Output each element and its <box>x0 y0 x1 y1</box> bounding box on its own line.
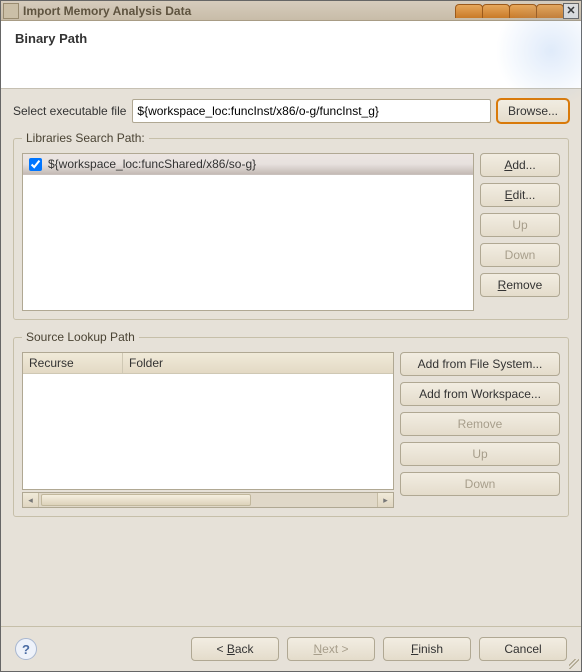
table-header: Recurse Folder <box>23 353 393 374</box>
finish-button[interactable]: Finish <box>383 637 471 661</box>
dialog-window: Import Memory Analysis Data ✕ Binary Pat… <box>0 0 582 672</box>
source-table[interactable]: Recurse Folder <box>22 352 394 490</box>
scroll-left-icon[interactable]: ◂ <box>23 493 39 507</box>
wizard-header: Binary Path <box>1 21 581 89</box>
header-decor-icon <box>491 0 582 111</box>
scroll-right-icon[interactable]: ▸ <box>377 493 393 507</box>
titlebar-tab-icon <box>455 4 483 18</box>
down-button: Down <box>480 243 560 267</box>
source-up-button: Up <box>400 442 560 466</box>
column-folder[interactable]: Folder <box>123 353 393 373</box>
next-button: Next > <box>287 637 375 661</box>
executable-input[interactable] <box>132 99 491 123</box>
up-button: Up <box>480 213 560 237</box>
add-from-filesystem-button[interactable]: Add from File System... <box>400 352 560 376</box>
add-button[interactable]: Add... <box>480 153 560 177</box>
wizard-content: Select executable file Browse... Librari… <box>1 89 581 626</box>
scroll-track[interactable] <box>39 493 377 507</box>
source-remove-button: Remove <box>400 412 560 436</box>
column-recurse[interactable]: Recurse <box>23 353 123 373</box>
help-button[interactable]: ? <box>15 638 37 660</box>
libraries-list[interactable]: ${workspace_loc:funcShared/x86/so-g} <box>22 153 474 311</box>
library-checkbox[interactable] <box>29 158 42 171</box>
executable-label: Select executable file <box>13 104 126 118</box>
resize-grip-icon[interactable] <box>569 659 579 669</box>
libraries-button-column: Add... Edit... Up Down Remove <box>480 153 560 311</box>
libraries-legend: Libraries Search Path: <box>22 131 149 145</box>
source-button-column: Add from File System... Add from Workspa… <box>400 352 560 508</box>
libraries-group: Libraries Search Path: ${workspace_loc:f… <box>13 131 569 320</box>
help-icon: ? <box>22 642 30 657</box>
system-menu-icon[interactable] <box>3 3 19 19</box>
scroll-thumb[interactable] <box>41 494 251 506</box>
list-item[interactable]: ${workspace_loc:funcShared/x86/so-g} <box>23 154 473 175</box>
library-path: ${workspace_loc:funcShared/x86/so-g} <box>48 157 256 171</box>
window-title: Import Memory Analysis Data <box>23 4 449 18</box>
source-down-button: Down <box>400 472 560 496</box>
executable-row: Select executable file Browse... <box>13 99 569 123</box>
remove-button[interactable]: Remove <box>480 273 560 297</box>
edit-button[interactable]: Edit... <box>480 183 560 207</box>
page-title: Binary Path <box>15 31 567 46</box>
source-lookup-group: Source Lookup Path Recurse Folder ◂ <box>13 330 569 517</box>
back-button[interactable]: < Back <box>191 637 279 661</box>
add-from-workspace-button[interactable]: Add from Workspace... <box>400 382 560 406</box>
cancel-button[interactable]: Cancel <box>479 637 567 661</box>
horizontal-scrollbar[interactable]: ◂ ▸ <box>22 492 394 508</box>
source-lookup-legend: Source Lookup Path <box>22 330 139 344</box>
wizard-footer: ? < Back Next > Finish Cancel <box>1 626 581 671</box>
wizard-buttons: < Back Next > Finish Cancel <box>191 637 567 661</box>
